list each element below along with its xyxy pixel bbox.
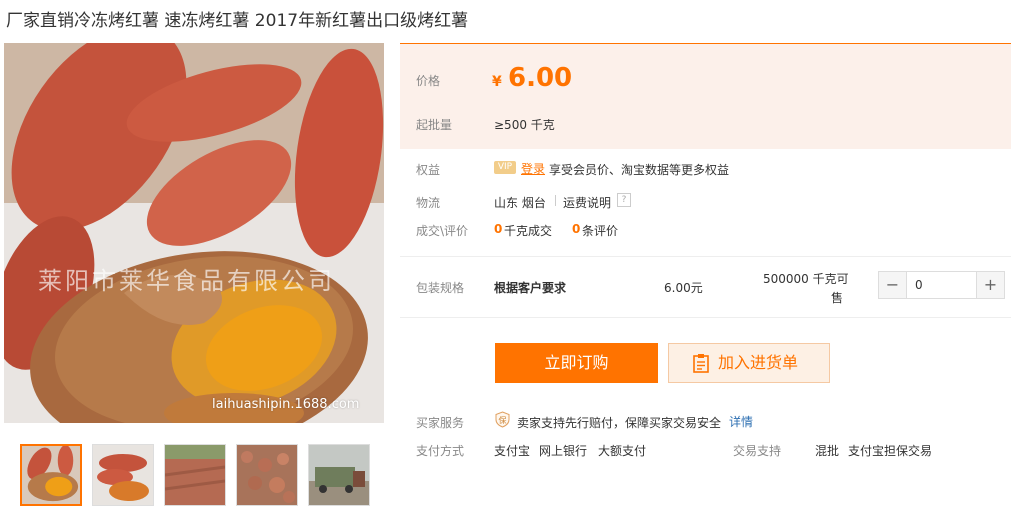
benefits-label: 权益 xyxy=(416,163,441,177)
price-value: 6.00 xyxy=(508,63,573,93)
thumbnail-5[interactable] xyxy=(308,444,370,506)
moq-value: ≥500 千克 xyxy=(494,118,555,132)
image-site-url: laihuashipin.1688.com xyxy=(212,397,360,412)
shield-icon-char: 保 xyxy=(499,415,507,425)
logistics-label: 物流 xyxy=(416,196,441,210)
price-label: 价格 xyxy=(416,74,441,88)
login-link[interactable]: 登录 xyxy=(521,160,545,177)
divider xyxy=(400,317,1011,318)
service-label: 买家服务 xyxy=(416,416,465,430)
spec-price: 6.00元 xyxy=(664,281,703,295)
review-count: 0 xyxy=(572,222,581,236)
payment-label: 支付方式 xyxy=(416,444,465,458)
spec-label: 包装规格 xyxy=(416,281,465,295)
increment-button[interactable]: + xyxy=(977,272,1004,298)
image-watermark: 莱阳市莱华食品有限公司 xyxy=(38,267,335,295)
price-panel xyxy=(400,43,1011,149)
divider xyxy=(555,195,556,206)
thumbnail-4[interactable] xyxy=(236,444,298,506)
trade-support-label: 交易支持 xyxy=(733,444,782,458)
trade-support-item: 支付宝担保交易 xyxy=(848,444,933,458)
thumbnail-1[interactable] xyxy=(20,444,82,506)
thumbnail-strip xyxy=(20,444,370,506)
deals-label: 成交\评价 xyxy=(416,224,469,238)
help-icon[interactable]: ? xyxy=(617,193,631,207)
sweet-potato-photo xyxy=(4,43,384,423)
spec-stock-cont: 售 xyxy=(831,291,844,305)
shield-icon: 保 xyxy=(495,411,510,428)
main-product-image[interactable]: 莱阳市莱华食品有限公司 laihuashipin.1688.com xyxy=(4,43,384,423)
decrement-button[interactable]: − xyxy=(879,272,906,298)
thumbnail-2[interactable] xyxy=(92,444,154,506)
service-text: 卖家支持先行赔付，保障买家交易安全 xyxy=(517,416,722,430)
service-detail-link[interactable]: 详情 xyxy=(729,413,753,430)
benefits-text: 享受会员价、淘宝数据等更多权益 xyxy=(549,163,730,177)
deal-text: 千克成交 xyxy=(504,224,553,238)
moq-label: 起批量 xyxy=(416,118,453,132)
clipboard-icon xyxy=(693,354,709,373)
deal-count: 0 xyxy=(494,222,503,236)
add-to-cart-button[interactable]: 加入进货单 xyxy=(668,343,830,383)
spec-stock: 500000 千克可 xyxy=(763,272,849,286)
currency-symbol: ¥ xyxy=(492,74,502,90)
divider xyxy=(400,256,1011,257)
spec-name: 根据客户要求 xyxy=(494,281,567,295)
buy-now-button[interactable]: 立即订购 xyxy=(495,343,658,383)
payment-method: 大额支付 xyxy=(598,444,647,458)
ship-from-location: 山东 烟台 xyxy=(494,196,546,210)
add-to-cart-label: 加入进货单 xyxy=(718,353,799,372)
review-link[interactable]: 条评价 xyxy=(582,222,618,239)
trade-support-item: 混批 xyxy=(815,444,840,458)
thumbnail-3[interactable] xyxy=(164,444,226,506)
payment-method: 网上银行 xyxy=(539,444,588,458)
product-title: 厂家直销冷冻烤红薯 速冻烤红薯 2017年新红薯出口级烤红薯 xyxy=(6,11,469,31)
payment-method: 支付宝 xyxy=(494,444,531,458)
quantity-stepper: − + xyxy=(878,271,1005,299)
shipping-note-link[interactable]: 运费说明 xyxy=(563,194,611,211)
vip-badge: VIP xyxy=(494,161,516,174)
quantity-input[interactable] xyxy=(906,272,977,298)
